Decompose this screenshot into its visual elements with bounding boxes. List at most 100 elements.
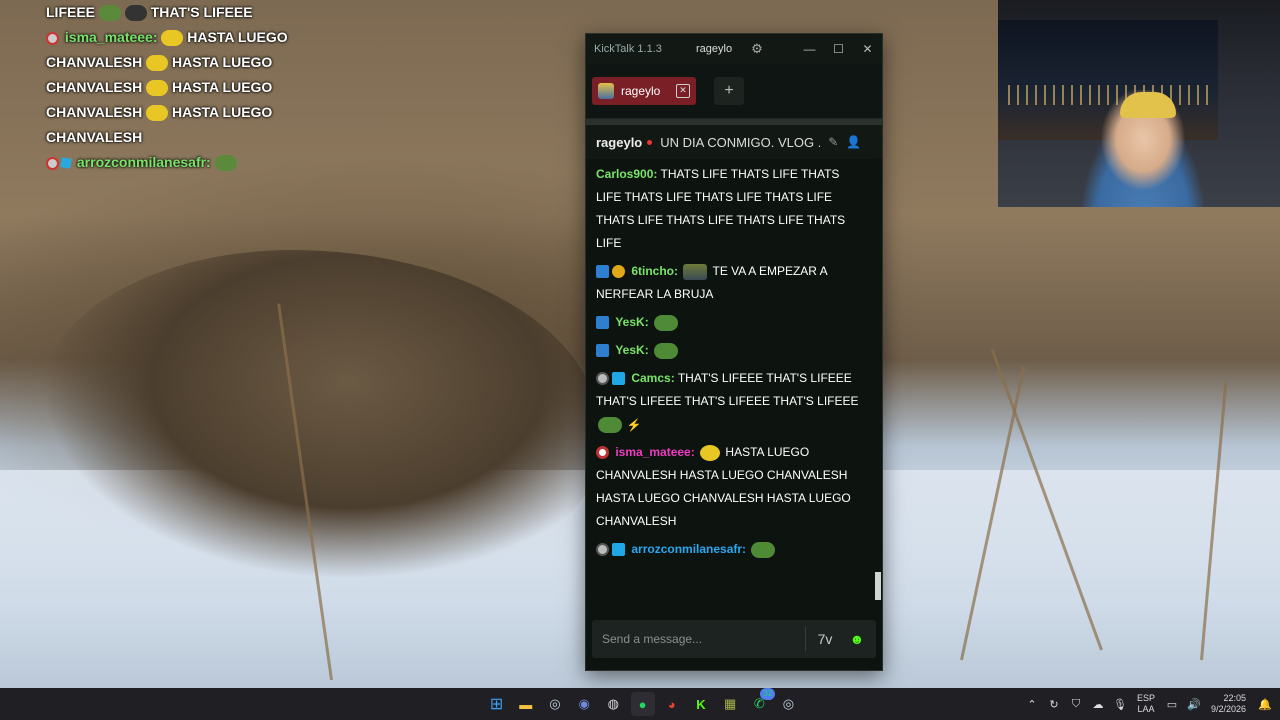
overlay-username: isma_mateee: xyxy=(64,29,158,45)
overlay-line: CHANVALESH xyxy=(46,125,306,150)
sub-badge-icon xyxy=(612,543,625,557)
pin-icon[interactable]: ✎ xyxy=(828,135,838,149)
close-icon[interactable]: ✕ xyxy=(676,84,690,98)
clock-time: 22:05 xyxy=(1223,693,1246,703)
chevron-up-icon[interactable]: ⌃ xyxy=(1023,698,1041,711)
whatsapp-icon[interactable]: ✆ 32 xyxy=(747,688,776,716)
message-username[interactable]: Camcs: xyxy=(631,371,674,385)
shield-icon[interactable]: ⛉ xyxy=(1067,698,1085,711)
pepe-emote-icon xyxy=(654,314,679,331)
minimize-button[interactable]: — xyxy=(795,42,824,56)
clock[interactable]: 22:05 9/2/2026 xyxy=(1211,693,1246,715)
badge-icon xyxy=(46,31,59,45)
user-icon[interactable]: 👤 xyxy=(846,135,861,149)
live-indicator-icon xyxy=(647,139,653,145)
overlay-text: CHANVALESH xyxy=(46,129,143,145)
webcam-feed xyxy=(998,0,1280,207)
overlay-line: arrozconmilanesafr: xyxy=(46,150,306,175)
channel-name[interactable]: rageylo xyxy=(596,135,642,150)
network-icon[interactable]: ▭ xyxy=(1163,698,1181,711)
circle-badge-icon xyxy=(596,372,609,386)
windows-start-icon[interactable]: ⊞ xyxy=(485,692,509,716)
overlay-text: HASTA LUEGO xyxy=(171,54,273,70)
overlay-text: THAT'S LIFEEE xyxy=(150,4,253,20)
chat-message: Carlos900: THATS LIFE THATS LIFE THATS L… xyxy=(596,163,864,255)
file-explorer-icon[interactable]: ▬ xyxy=(514,692,538,716)
clock-date: 9/2/2026 xyxy=(1210,704,1246,714)
tab-label: rageylo xyxy=(621,84,661,98)
coin-emote-icon xyxy=(161,30,184,47)
coin-emote-icon xyxy=(146,80,169,97)
coin-emote-icon xyxy=(146,105,169,122)
hammer-badge-icon xyxy=(596,316,609,330)
message-username[interactable]: YesK: xyxy=(615,315,648,329)
chat-message: YesK: xyxy=(596,311,864,334)
windows-taskbar: ⊞ ▬ ◎ ◉ ◍ ● ◕ K ▦ ✆ 32 ◎ ⌃ ↻ ⛉ ☁ 🎙 ESP LA… xyxy=(0,688,1280,720)
spotify-icon[interactable]: ● xyxy=(630,692,655,716)
chat-message: Camcs: THAT'S LIFEEE THAT'S LIFEEE THAT'… xyxy=(596,367,864,436)
message-username[interactable]: 6tincho: xyxy=(631,264,678,278)
window-controls: — ☐ ✕ xyxy=(795,42,882,56)
message-username[interactable]: isma_mateee: xyxy=(615,445,694,459)
input-divider xyxy=(805,627,806,651)
obs-icon[interactable]: ◍ xyxy=(601,692,625,716)
sub-badge-icon xyxy=(60,157,72,170)
onedrive-icon[interactable]: ☁ xyxy=(1089,698,1107,711)
discord-icon[interactable]: ◉ xyxy=(572,692,596,716)
overlay-line: CHANVALESH HASTA LUEGO xyxy=(46,50,306,75)
7tv-emote-icon[interactable]: 7v xyxy=(812,627,838,651)
overlay-line: CHANVALESH HASTA LUEGO xyxy=(46,100,306,125)
kick-icon[interactable]: K xyxy=(689,692,713,716)
chrome-icon[interactable]: ◕ xyxy=(660,692,684,716)
thats-life-emote-icon xyxy=(683,263,708,280)
overlay-text: HASTA LUEGO xyxy=(171,79,273,95)
message-username[interactable]: arrozconmilanesafr: xyxy=(631,542,746,556)
current-user[interactable]: rageylo xyxy=(696,43,746,55)
system-tray: ⌃ ↻ ⛉ ☁ 🎙 ESP LAA ▭ 🔊 22:05 9/2/2026 🔔 xyxy=(1021,688,1280,720)
steam-icon[interactable]: ◎ xyxy=(776,692,800,716)
message-username[interactable]: YesK: xyxy=(615,343,648,357)
message-input-bar: 7v ☻ xyxy=(592,620,876,658)
title-bar: KickTalk 1.1.3 rageylo ⚙ — ☐ ✕ xyxy=(586,34,882,64)
emote-app-icon[interactable]: ▦ xyxy=(718,692,742,716)
app-title: KickTalk 1.1.3 xyxy=(594,43,662,55)
pepe-emote-icon xyxy=(214,155,237,172)
add-tab-button[interactable]: + xyxy=(714,77,744,105)
ring-badge-icon xyxy=(596,446,609,460)
sub-badge-icon xyxy=(612,372,625,386)
overlay-text: HASTA LUEGO xyxy=(187,29,288,45)
microphone-icon[interactable]: 🎙 xyxy=(1111,698,1129,711)
chat-message: YesK: xyxy=(596,339,864,362)
maximize-button[interactable]: ☐ xyxy=(824,42,853,56)
pepe-emote-icon xyxy=(98,5,121,22)
pepe-emote-icon xyxy=(654,342,679,359)
steam-icon[interactable]: ◎ xyxy=(543,692,567,716)
wildcat-photo xyxy=(40,250,600,580)
kick-emote-icon[interactable]: ☻ xyxy=(844,627,870,651)
pepe-emote-icon xyxy=(598,416,622,433)
scrollbar-thumb[interactable] xyxy=(875,572,881,600)
chat-message: isma_mateee: HASTA LUEGO CHANVALESH HAST… xyxy=(596,441,864,533)
badge-icon xyxy=(46,156,59,170)
chat-scrollbar[interactable] xyxy=(874,158,882,600)
close-window-button[interactable]: ✕ xyxy=(853,42,882,56)
kicktalk-window: KickTalk 1.1.3 rageylo ⚙ — ☐ ✕ rageylo ✕… xyxy=(585,33,883,671)
volume-icon[interactable]: 🔊 xyxy=(1185,698,1203,711)
broom-emote-icon xyxy=(124,5,147,22)
notification-bell-icon[interactable]: 🔔 xyxy=(1256,698,1274,711)
coin-emote-icon xyxy=(146,55,169,72)
tab-rageylo[interactable]: rageylo ✕ xyxy=(592,77,696,105)
chat-message: arrozconmilanesafr: xyxy=(596,538,864,561)
hammer-badge-icon xyxy=(596,344,609,358)
overlay-line: CHANVALESH HASTA LUEGO xyxy=(46,75,306,100)
overlay-text: LIFEEE xyxy=(46,4,96,20)
language-indicator[interactable]: ESP LAA xyxy=(1137,693,1155,715)
message-input[interactable] xyxy=(592,631,805,647)
chat-messages[interactable]: Carlos900: THATS LIFE THATS LIFE THATS L… xyxy=(586,158,874,600)
pepe-emote-icon xyxy=(751,541,776,558)
overlay-line: isma_mateee: HASTA LUEGO xyxy=(46,25,306,50)
message-username[interactable]: Carlos900: xyxy=(596,167,657,181)
circle-badge-icon xyxy=(596,543,609,557)
sync-icon[interactable]: ↻ xyxy=(1045,698,1063,711)
gear-icon[interactable]: ⚙ xyxy=(746,41,768,57)
